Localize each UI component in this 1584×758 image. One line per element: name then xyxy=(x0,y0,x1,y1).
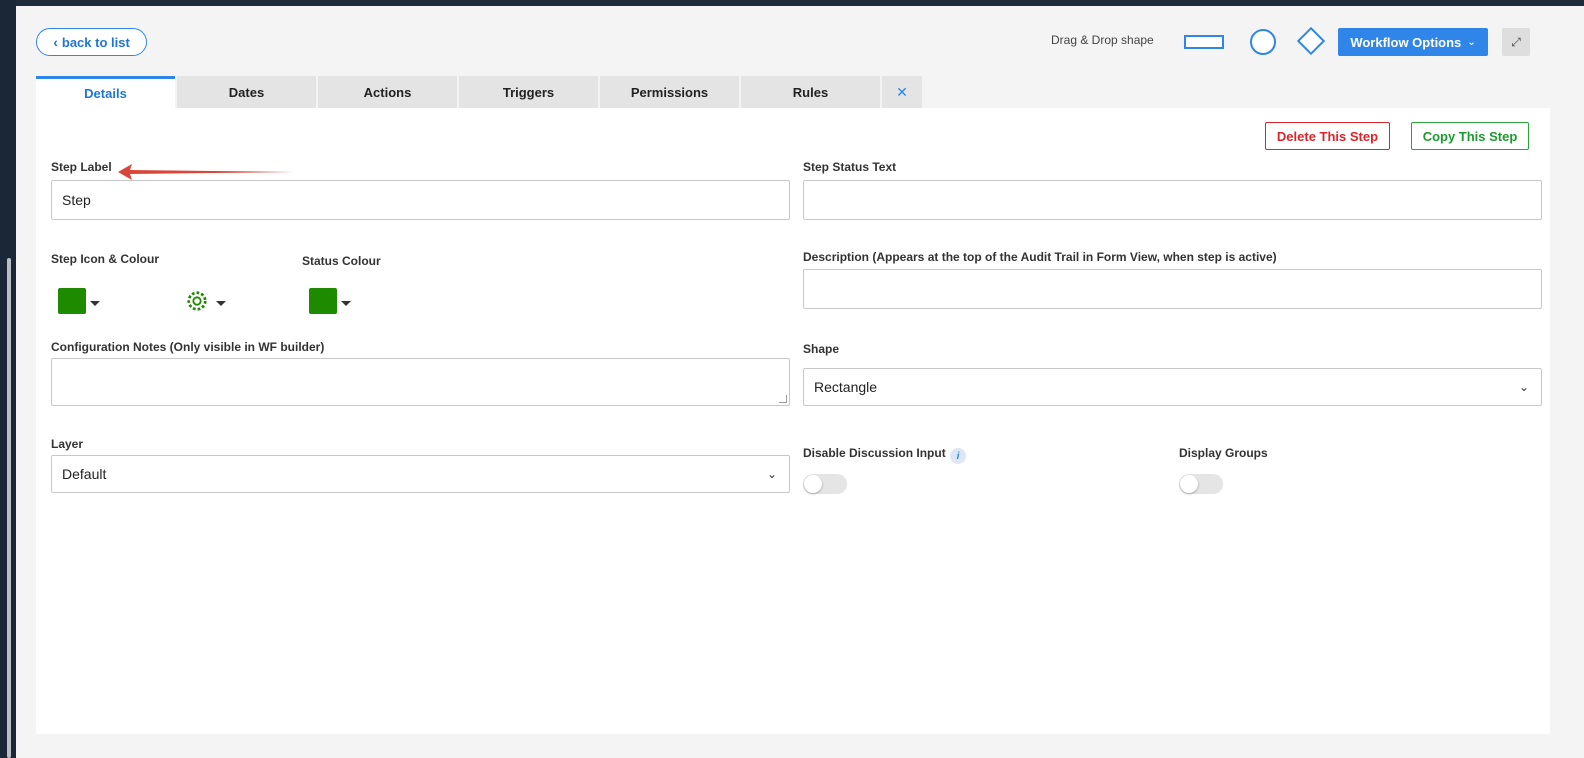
info-icon[interactable]: i xyxy=(950,448,966,464)
step-status-text-heading: Step Status Text xyxy=(803,160,897,174)
chevron-left-icon: ‹ xyxy=(53,34,58,50)
caret-down-icon[interactable] xyxy=(216,301,226,306)
back-to-list-label: back to list xyxy=(61,34,130,50)
caret-down-icon[interactable] xyxy=(90,301,100,306)
step-label-input[interactable]: Step xyxy=(51,180,790,220)
tab-triggers[interactable]: Triggers xyxy=(459,76,598,108)
step-label-heading: Step Label xyxy=(51,160,112,174)
step-label-value: Step xyxy=(62,192,91,208)
expand-icon: ⤢ xyxy=(1511,34,1521,49)
expand-button[interactable]: ⤢ xyxy=(1502,28,1530,56)
tab-actions[interactable]: Actions xyxy=(318,76,457,108)
layer-value: Default xyxy=(62,466,107,482)
shape-value: Rectangle xyxy=(814,379,878,395)
chevron-down-icon: ⌄ xyxy=(766,467,777,481)
annotation-arrow-icon xyxy=(118,164,294,180)
drag-drop-label: Drag & Drop shape xyxy=(1051,33,1154,47)
tab-bar: Details Dates Actions Triggers Permissio… xyxy=(36,76,922,108)
layer-select[interactable]: Default ⌄ xyxy=(51,455,790,493)
config-notes-heading: Configuration Notes (Only visible in WF … xyxy=(51,340,325,354)
step-colour-swatch[interactable] xyxy=(58,288,86,314)
diamond-shape-icon[interactable] xyxy=(1296,26,1326,56)
status-colour-heading: Status Colour xyxy=(302,254,381,268)
caret-down-icon[interactable] xyxy=(341,301,351,306)
status-colour-swatch[interactable] xyxy=(309,288,337,314)
back-to-list-button[interactable]: ‹ back to list xyxy=(36,28,147,56)
disable-discussion-toggle[interactable] xyxy=(803,474,847,494)
description-input[interactable] xyxy=(803,269,1542,309)
tab-rules[interactable]: Rules xyxy=(741,76,880,108)
close-icon[interactable]: ✕ xyxy=(882,76,922,108)
workflow-step-editor: ‹ back to list Drag & Drop shape Workflo… xyxy=(16,6,1584,758)
workflow-options-label: Workflow Options xyxy=(1350,34,1462,50)
step-status-text-input[interactable] xyxy=(803,180,1542,220)
step-icon-colour-heading: Step Icon & Colour xyxy=(51,252,159,266)
toggle-knob xyxy=(1180,475,1198,493)
chevron-down-icon: ⌄ xyxy=(1518,380,1529,394)
tab-dates[interactable]: Dates xyxy=(177,76,316,108)
layer-heading: Layer xyxy=(51,437,84,451)
disable-discussion-heading: Disable Discussion Input xyxy=(803,446,946,460)
details-panel: Delete This Step Copy This Step Step Lab… xyxy=(36,108,1550,734)
toggle-knob xyxy=(804,475,822,493)
scrollbar[interactable] xyxy=(7,258,11,758)
shape-heading: Shape xyxy=(803,342,840,356)
workflow-options-button[interactable]: Workflow Options ⌄ xyxy=(1338,28,1488,56)
shape-select[interactable]: Rectangle ⌄ xyxy=(803,368,1542,406)
delete-step-button[interactable]: Delete This Step xyxy=(1265,122,1390,150)
display-groups-toggle[interactable] xyxy=(1179,474,1223,494)
description-heading: Description (Appears at the top of the A… xyxy=(803,250,1277,264)
tab-permissions[interactable]: Permissions xyxy=(600,76,739,108)
gear-icon[interactable] xyxy=(186,290,208,312)
rectangle-shape-icon[interactable] xyxy=(1184,35,1224,49)
resize-handle-icon[interactable] xyxy=(779,395,787,403)
config-notes-textarea[interactable] xyxy=(51,358,790,406)
copy-step-button[interactable]: Copy This Step xyxy=(1411,122,1529,150)
tab-details[interactable]: Details xyxy=(36,76,175,108)
chevron-down-icon: ⌄ xyxy=(1467,36,1476,48)
circle-shape-icon[interactable] xyxy=(1250,29,1276,55)
display-groups-heading: Display Groups xyxy=(1179,446,1268,460)
